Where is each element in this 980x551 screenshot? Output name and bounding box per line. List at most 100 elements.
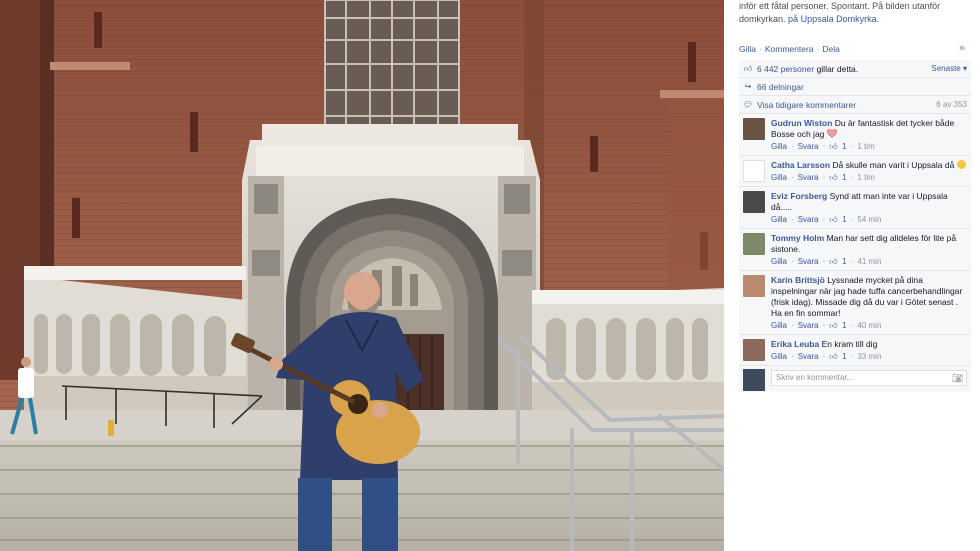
- comment-meta: Gilla · Svara · 👍︎ 1 · 41 min: [771, 256, 967, 267]
- heart-icon: [826, 129, 837, 138]
- comment-like-count[interactable]: 1: [842, 256, 846, 267]
- separator-dot: ·: [759, 44, 762, 54]
- separator-dot: ·: [791, 352, 794, 361]
- comment-like-link[interactable]: Gilla: [771, 214, 787, 225]
- comment-like-count[interactable]: 1: [842, 172, 846, 183]
- thumbs-up-icon: 👍︎: [829, 214, 838, 224]
- separator-dot: ·: [816, 44, 820, 54]
- comment-meta: Gilla · Svara · 👍︎ 1 · 1 tim: [771, 172, 967, 183]
- shares-summary: ↪ 66 delningar: [739, 78, 971, 96]
- comment-like-link[interactable]: Gilla: [771, 141, 787, 152]
- comment-reply-link[interactable]: Svara: [798, 214, 819, 225]
- comment-like-count[interactable]: 1: [842, 320, 846, 331]
- separator-dot: ·: [850, 215, 854, 224]
- comment-like-link[interactable]: Gilla: [771, 351, 787, 362]
- comment-timestamp[interactable]: 1 tim: [857, 172, 874, 183]
- separator-dot: ·: [850, 257, 854, 266]
- comment-text: En kram till dig: [821, 339, 878, 349]
- comment-input-placeholder: Skriv en kommentar...: [776, 373, 854, 382]
- separator-dot: ·: [822, 321, 826, 330]
- separator-dot: ·: [822, 257, 826, 266]
- separator-dot: ·: [791, 321, 794, 330]
- likes-count-link[interactable]: 6 442 personer: [757, 64, 814, 74]
- likes-summary: 👍︎ 6 442 personer gillar detta. Senaste …: [739, 60, 971, 78]
- comment-author[interactable]: Karin Brittsjö: [771, 275, 825, 285]
- avatar[interactable]: [743, 191, 765, 213]
- comment-like-link[interactable]: Gilla: [771, 320, 787, 331]
- comment-timestamp[interactable]: 1 tim: [857, 141, 874, 152]
- separator-dot: ·: [822, 215, 826, 224]
- avatar[interactable]: [743, 118, 765, 140]
- comment-author[interactable]: Catha Larsson: [771, 160, 830, 170]
- comment-reply-link[interactable]: Svara: [798, 172, 819, 183]
- avatar[interactable]: [743, 339, 765, 361]
- comment: Catha Larsson Då skulle man varit i Upps…: [739, 156, 971, 187]
- comment-author[interactable]: Gudrun Wiston: [771, 118, 832, 128]
- thumbs-up-icon: 👍︎: [743, 63, 753, 73]
- comment-like-count[interactable]: 1: [842, 141, 846, 152]
- comment: Gudrun Wiston Du är fantastisk det tycke…: [739, 114, 971, 156]
- post-caption: inför ett fåtal personer. Spontant. På b…: [739, 0, 971, 26]
- show-previous-comments-link[interactable]: Visa tidigare kommentarer: [757, 100, 856, 110]
- avatar: [743, 369, 765, 391]
- separator-dot: ·: [850, 173, 854, 182]
- separator-dot: ·: [791, 257, 794, 266]
- comment-author[interactable]: Erika Leuba: [771, 339, 819, 349]
- comment-reply-link[interactable]: Svara: [798, 256, 819, 267]
- separator-dot: ·: [850, 321, 854, 330]
- caption-location-prefix: på: [788, 14, 799, 24]
- flag-icon[interactable]: ⚑: [958, 44, 968, 54]
- comment-timestamp[interactable]: 54 min: [857, 214, 881, 225]
- comment-text: Då skulle man varit i Uppsala då: [832, 160, 955, 170]
- thumbs-up-icon: 👍︎: [829, 320, 838, 330]
- caption-location-link[interactable]: Uppsala Domkyrka.: [801, 14, 880, 24]
- share-icon: ↪: [744, 82, 752, 91]
- post-photo[interactable]: [0, 0, 724, 551]
- shares-link[interactable]: 66 delningar: [757, 82, 804, 92]
- comment-like-link[interactable]: Gilla: [771, 256, 787, 267]
- comment-timestamp[interactable]: 41 min: [857, 256, 881, 267]
- comment-reply-link[interactable]: Svara: [798, 320, 819, 331]
- sort-dropdown[interactable]: Senaste ▾: [931, 64, 967, 73]
- avatar[interactable]: [743, 160, 765, 182]
- comment-author[interactable]: Eviz Forsberg: [771, 191, 827, 201]
- comment-author[interactable]: Tommy Holm: [771, 233, 824, 243]
- thumbs-up-icon: 👍︎: [829, 172, 838, 182]
- comment-like-count[interactable]: 1: [842, 214, 846, 225]
- post-actions: Gilla · Kommentera · Dela: [739, 44, 840, 56]
- share-link[interactable]: Dela: [822, 44, 839, 56]
- sort-label: Senaste: [931, 64, 961, 73]
- thumbs-up-icon: 👍︎: [829, 141, 838, 151]
- avatar[interactable]: [743, 233, 765, 255]
- comment-timestamp[interactable]: 33 min: [857, 351, 881, 362]
- comment-meta: Gilla · Svara · 👍︎ 1 · 40 min: [771, 320, 967, 331]
- separator-dot: ·: [791, 173, 794, 182]
- comment-bubble-icon: 💬︎: [742, 100, 754, 109]
- smiley-icon: [956, 160, 966, 169]
- avatar[interactable]: [743, 275, 765, 297]
- separator-dot: ·: [850, 352, 854, 361]
- comment-meta: Gilla · Svara · 👍︎ 1 · 1 tim: [771, 141, 967, 152]
- comment-like-link[interactable]: Gilla: [771, 172, 787, 183]
- comment-timestamp[interactable]: 40 min: [857, 320, 881, 331]
- camera-icon[interactable]: 📷︎: [952, 373, 963, 383]
- comment-like-count[interactable]: 1: [842, 351, 846, 362]
- separator-dot: ·: [850, 142, 854, 151]
- feedback-section: 👍︎ 6 442 personer gillar detta. Senaste …: [739, 60, 971, 392]
- comment-link[interactable]: Kommentera: [765, 44, 814, 56]
- comment-input[interactable]: Skriv en kommentar... 📷︎: [771, 370, 967, 386]
- likes-text: gillar detta.: [816, 63, 859, 74]
- comment-meta: Gilla · Svara · 👍︎ 1 · 54 min: [771, 214, 967, 225]
- thumbs-up-icon: 👍︎: [829, 351, 838, 361]
- thumbs-up-icon: 👍︎: [829, 256, 838, 266]
- separator-dot: ·: [822, 142, 826, 151]
- comment-reply-link[interactable]: Svara: [798, 351, 819, 362]
- chevron-down-icon: ▾: [962, 64, 967, 73]
- comment: Tommy Holm Man har sett dig alldeles för…: [739, 229, 971, 271]
- cathedral-photo: [0, 0, 724, 551]
- like-link[interactable]: Gilla: [739, 44, 756, 56]
- comment-reply-link[interactable]: Svara: [798, 141, 819, 152]
- caption-line-2: domkyrkan.: [739, 14, 786, 24]
- previous-comments-row: 💬︎ Visa tidigare kommentarer 6 av 353: [739, 96, 971, 114]
- comment: Eviz Forsberg Synd att man inte var i Up…: [739, 187, 971, 229]
